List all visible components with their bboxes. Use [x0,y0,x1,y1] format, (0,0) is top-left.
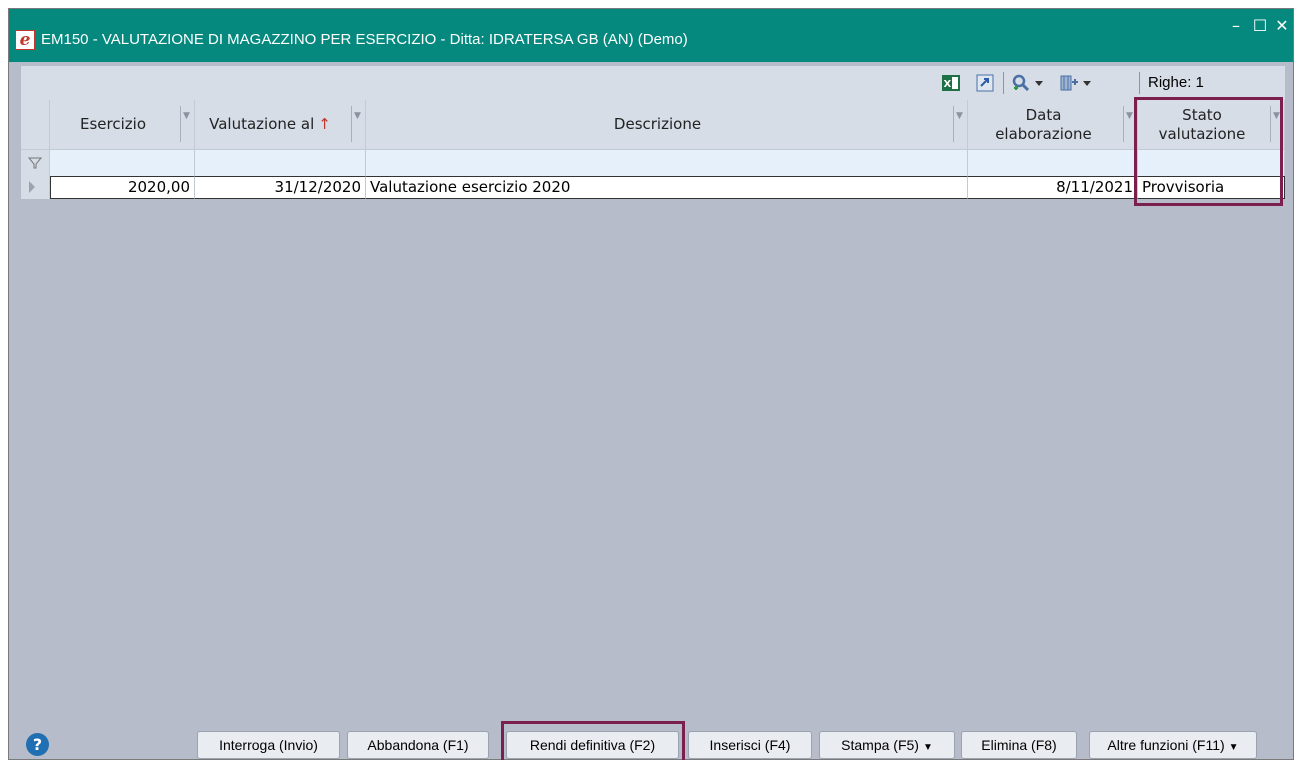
cell-valutazione-al[interactable]: 31/12/2020 [195,176,366,199]
column-header-valutazione-al[interactable]: Valutazione al ↑ ▼ [195,100,366,150]
stampa-button-label: Stampa (F5) [841,737,919,753]
cell-descrizione[interactable]: Valutazione esercizio 2020 [366,176,968,199]
help-icon[interactable]: ? [26,733,49,756]
altre-funzioni-button[interactable]: Altre funzioni (F11) ▼ [1089,731,1257,759]
stampa-button[interactable]: Stampa (F5) ▼ [819,731,955,759]
columns-dropdown-icon[interactable] [1082,73,1092,93]
highlight-rendi-definitiva [501,721,685,760]
chevron-down-icon: ▼ [922,742,933,753]
grid-toolbar: X Righe: 1 [21,66,1285,100]
column-header-label: Esercizio [80,115,146,133]
filter-cell-esercizio[interactable] [50,150,195,176]
filter-cell-data-elaborazione[interactable] [968,150,1138,176]
column-filter-dropdown[interactable]: ▼ [180,106,192,142]
toolbar-separator [1139,72,1140,94]
row-pointer-icon [29,181,35,193]
column-chooser-icon[interactable] [1059,73,1079,93]
search-icon[interactable] [1011,73,1031,93]
row-indicator[interactable] [21,176,50,199]
footer-bar: ? Interroga (Invio) Abbandona (F1) Rendi… [9,713,1293,760]
row-count: Righe: 1 [1148,74,1204,91]
sort-ascending-icon: ↑ [318,115,331,133]
filter-icon [28,157,42,169]
svg-text:X: X [944,79,952,90]
export-icon[interactable] [975,73,995,93]
app-window: e EM150 - VALUTAZIONE DI MAGAZZINO PER E… [8,8,1294,760]
toolbar-separator [1003,72,1004,94]
column-header-descrizione[interactable]: Descrizione ▼ [366,100,968,150]
chevron-down-icon: ▼ [1228,742,1239,753]
highlight-stato-valutazione [1134,97,1283,206]
minimize-button[interactable]: – [1225,15,1247,37]
column-header-label: Descrizione [613,115,702,133]
abbandona-button[interactable]: Abbandona (F1) [347,731,489,759]
maximize-button[interactable]: ☐ [1249,15,1271,37]
row-indicator-header [21,100,50,150]
search-dropdown-icon[interactable] [1034,73,1044,93]
column-header-label: Data elaborazione [995,105,1092,143]
data-grid: Esercizio ▼ Valutazione al ↑ ▼ Descrizio… [21,97,1285,712]
filter-row-indicator [21,150,50,176]
interroga-button[interactable]: Interroga (Invio) [197,731,340,759]
cell-data-elaborazione[interactable]: 8/11/2021 [968,176,1138,199]
window-title: EM150 - VALUTAZIONE DI MAGAZZINO PER ESE… [41,31,688,48]
inserisci-button[interactable]: Inserisci (F4) [688,731,812,759]
title-bar: e EM150 - VALUTAZIONE DI MAGAZZINO PER E… [9,9,1293,62]
filter-cell-valutazione-al[interactable] [195,150,366,176]
column-header-esercizio[interactable]: Esercizio ▼ [50,100,195,150]
column-filter-dropdown[interactable]: ▼ [351,106,363,142]
column-header-label: Valutazione al [209,115,315,133]
filter-cell-descrizione[interactable] [366,150,968,176]
close-button[interactable]: ✕ [1271,15,1293,37]
column-header-data-elaborazione[interactable]: Data elaborazione ▼ [968,100,1138,150]
e-logo-icon: e [15,30,35,50]
altre-funzioni-button-label: Altre funzioni (F11) [1107,737,1225,753]
column-filter-dropdown[interactable]: ▼ [953,106,965,142]
excel-export-icon[interactable]: X [941,73,961,93]
elimina-button[interactable]: Elimina (F8) [961,731,1077,759]
cell-esercizio[interactable]: 2020,00 [50,176,195,199]
